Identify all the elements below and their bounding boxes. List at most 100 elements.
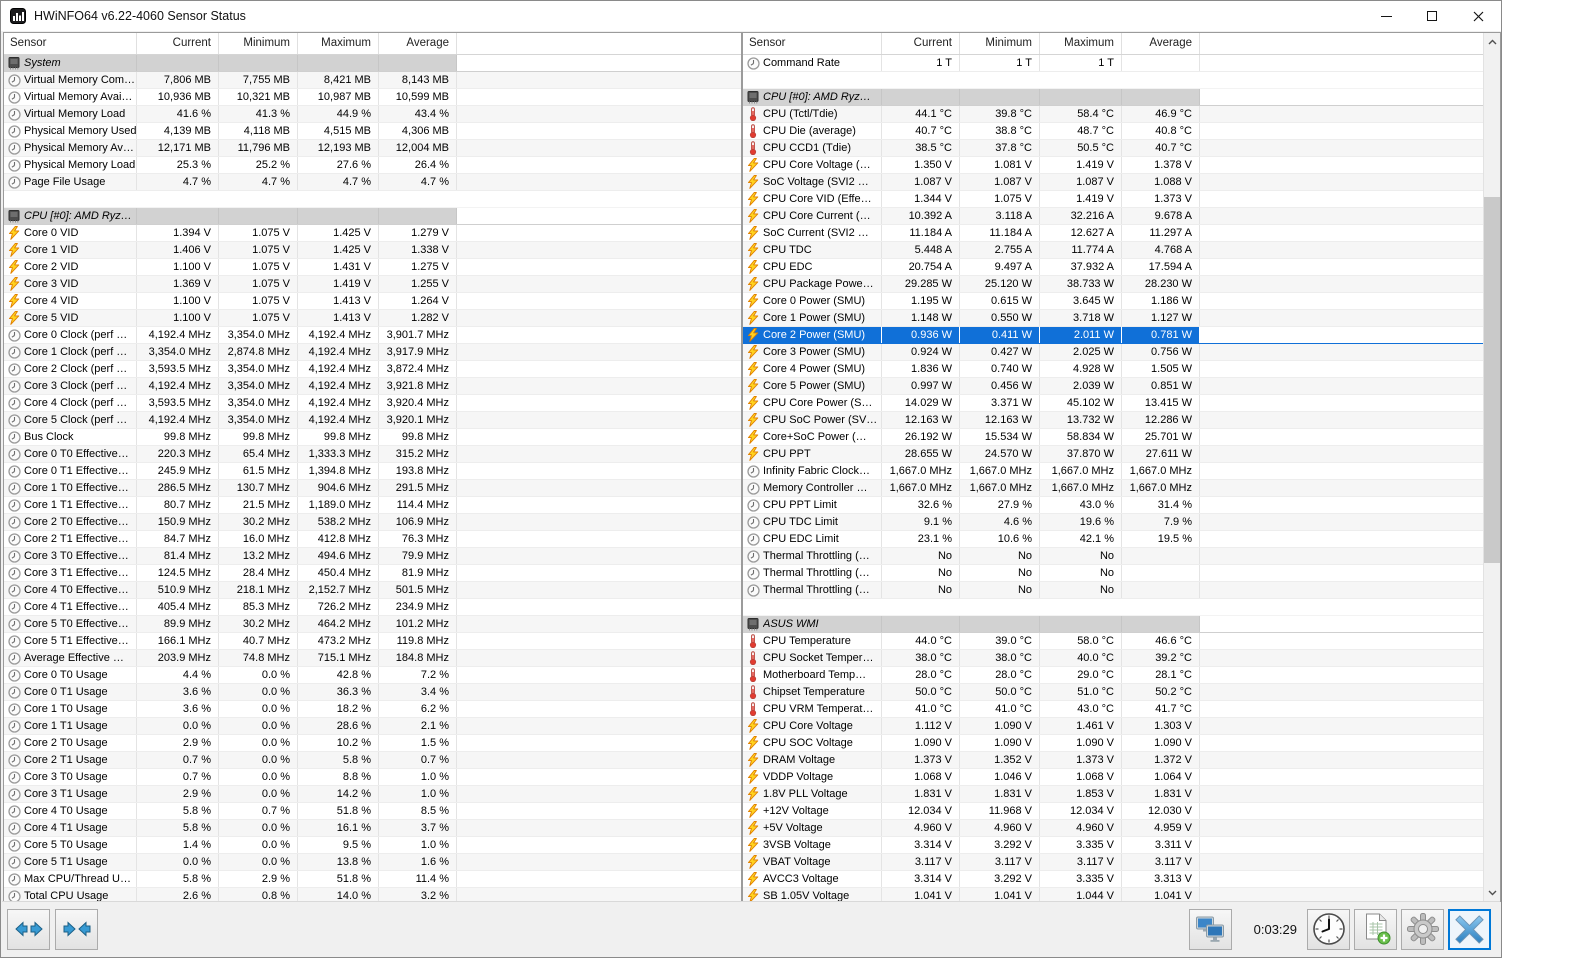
sensor-row[interactable]: Core 4 T1 Usage5.8 %0.0 %16.1 %3.7 %: [4, 820, 741, 837]
sensor-row[interactable]: CPU Core Voltage1.112 V1.090 V1.461 V1.3…: [743, 718, 1483, 735]
sensor-row[interactable]: CPU SOC Voltage1.090 V1.090 V1.090 V1.09…: [743, 735, 1483, 752]
sensor-row[interactable]: Core 0 Clock (perf …4,192.4 MHz3,354.0 M…: [4, 327, 741, 344]
sensor-row[interactable]: SoC Voltage (SVI2 …1.087 V1.087 V1.087 V…: [743, 174, 1483, 191]
expand-columns-button[interactable]: [7, 909, 50, 950]
close-button[interactable]: [1455, 1, 1501, 31]
sensor-row[interactable]: Core 5 T1 Usage0.0 %0.0 %13.8 %1.6 %: [4, 854, 741, 871]
sensor-row[interactable]: Core 0 Power (SMU)1.195 W0.615 W3.645 W1…: [743, 293, 1483, 310]
sensor-row[interactable]: Thermal Throttling (…NoNoNo: [743, 582, 1483, 599]
sensor-row[interactable]: Core 3 VID1.369 V1.075 V1.419 V1.255 V: [4, 276, 741, 293]
section-row[interactable]: CPU [#0]: AMD Ryz…: [743, 89, 1483, 106]
sensor-row[interactable]: Memory Controller …1,667.0 MHz1,667.0 MH…: [743, 480, 1483, 497]
sensor-row[interactable]: Core 0 T0 Usage4.4 %0.0 %42.8 %7.2 %: [4, 667, 741, 684]
sensor-row[interactable]: Virtual Memory Avai…10,936 MB10,321 MB10…: [4, 89, 741, 106]
clock-button[interactable]: [1307, 909, 1350, 950]
sensor-row[interactable]: Core 2 Clock (perf …3,593.5 MHz3,354.0 M…: [4, 361, 741, 378]
sensor-row[interactable]: CPU Core VID (Effe…1.344 V1.075 V1.419 V…: [743, 191, 1483, 208]
sensor-row[interactable]: CPU TDC5.448 A2.755 A11.774 A4.768 A: [743, 242, 1483, 259]
sensor-row[interactable]: +5V Voltage4.960 V4.960 V4.960 V4.959 V: [743, 820, 1483, 837]
sensor-row[interactable]: Core+SoC Power (…26.192 W15.534 W58.834 …: [743, 429, 1483, 446]
sensor-row[interactable]: Total CPU Usage2.6 %0.8 %14.0 %3.2 %: [4, 888, 741, 902]
sensor-row[interactable]: Core 1 Clock (perf …3,354.0 MHz2,874.8 M…: [4, 344, 741, 361]
sensor-row[interactable]: Core 4 T1 Effective…405.4 MHz85.3 MHz726…: [4, 599, 741, 616]
column-header-average[interactable]: Average: [379, 33, 457, 54]
column-header-current[interactable]: Current: [137, 33, 219, 54]
settings-button[interactable]: [1401, 909, 1444, 950]
column-header-current[interactable]: Current: [882, 33, 960, 54]
sensor-row[interactable]: CPU PPT Limit32.6 %27.9 %43.0 %31.4 %: [743, 497, 1483, 514]
sensor-row[interactable]: Core 1 Power (SMU)1.148 W0.550 W3.718 W1…: [743, 310, 1483, 327]
column-header-average[interactable]: Average: [1122, 33, 1200, 54]
sensor-row[interactable]: Infinity Fabric Clock…1,667.0 MHz1,667.0…: [743, 463, 1483, 480]
sensor-row[interactable]: Core 3 T1 Usage2.9 %0.0 %14.2 %1.0 %: [4, 786, 741, 803]
sensor-row[interactable]: Core 1 T0 Effective…286.5 MHz130.7 MHz90…: [4, 480, 741, 497]
sensor-row[interactable]: Core 2 T1 Usage0.7 %0.0 %5.8 %0.7 %: [4, 752, 741, 769]
sensor-row[interactable]: Page File Usage4.7 %4.7 %4.7 %4.7 %: [4, 174, 741, 191]
sensor-row[interactable]: Core 5 T0 Effective…89.9 MHz30.2 MHz464.…: [4, 616, 741, 633]
sensor-row[interactable]: Chipset Temperature50.0 °C50.0 °C51.0 °C…: [743, 684, 1483, 701]
sensor-row[interactable]: SB 1.05V Voltage1.041 V1.041 V1.044 V1.0…: [743, 888, 1483, 902]
sensor-row[interactable]: 1.8V PLL Voltage1.831 V1.831 V1.853 V1.8…: [743, 786, 1483, 803]
sensor-row[interactable]: CPU (Tctl/Tdie)44.1 °C39.8 °C58.4 °C46.9…: [743, 106, 1483, 123]
sensor-row[interactable]: CPU Core Current (…10.392 A3.118 A32.216…: [743, 208, 1483, 225]
sensor-row[interactable]: AVCC3 Voltage3.314 V3.292 V3.335 V3.313 …: [743, 871, 1483, 888]
sensor-row[interactable]: CPU Core Voltage (…1.350 V1.081 V1.419 V…: [743, 157, 1483, 174]
sensor-row[interactable]: Core 4 T0 Usage5.8 %0.7 %51.8 %8.5 %: [4, 803, 741, 820]
sensor-row[interactable]: Core 4 Power (SMU)1.836 W0.740 W4.928 W1…: [743, 361, 1483, 378]
maximize-button[interactable]: [1409, 1, 1455, 31]
column-header-maximum[interactable]: Maximum: [298, 33, 379, 54]
sensor-row[interactable]: Core 0 T1 Usage3.6 %0.0 %36.3 %3.4 %: [4, 684, 741, 701]
sensor-row[interactable]: CPU Die (average)40.7 °C38.8 °C48.7 °C40…: [743, 123, 1483, 140]
column-header-maximum[interactable]: Maximum: [1040, 33, 1122, 54]
sensor-row[interactable]: Core 0 T1 Effective…245.9 MHz61.5 MHz1,3…: [4, 463, 741, 480]
sensor-row[interactable]: Core 3 T0 Effective…81.4 MHz13.2 MHz494.…: [4, 548, 741, 565]
sensor-row[interactable]: CPU Core Power (S…14.029 W3.371 W45.102 …: [743, 395, 1483, 412]
sensor-row[interactable]: CPU Package Powe…29.285 W25.120 W38.733 …: [743, 276, 1483, 293]
sensor-row[interactable]: Core 1 VID1.406 V1.075 V1.425 V1.338 V: [4, 242, 741, 259]
sensor-row[interactable]: Max CPU/Thread U…5.8 %2.9 %51.8 %11.4 %: [4, 871, 741, 888]
sensor-row[interactable]: Motherboard Temp…28.0 °C28.0 °C29.0 °C28…: [743, 667, 1483, 684]
sensor-row[interactable]: Core 3 T1 Effective…124.5 MHz28.4 MHz450…: [4, 565, 741, 582]
sensor-row[interactable]: Core 2 T0 Usage2.9 %0.0 %10.2 %1.5 %: [4, 735, 741, 752]
sensor-row[interactable]: Core 5 VID1.100 V1.075 V1.413 V1.282 V: [4, 310, 741, 327]
sensor-row[interactable]: Physical Memory Used4,139 MB4,118 MB4,51…: [4, 123, 741, 140]
sensor-row[interactable]: CPU CCD1 (Tdie)38.5 °C37.8 °C50.5 °C40.7…: [743, 140, 1483, 157]
sensor-row[interactable]: CPU VRM Temperat…41.0 °C41.0 °C43.0 °C41…: [743, 701, 1483, 718]
sensor-row[interactable]: Core 5 T1 Effective…166.1 MHz40.7 MHz473…: [4, 633, 741, 650]
sensor-row[interactable]: Core 3 Clock (perf …4,192.4 MHz3,354.0 M…: [4, 378, 741, 395]
sensor-row[interactable]: CPU EDC Limit23.1 %10.6 %42.1 %19.5 %: [743, 531, 1483, 548]
sensor-row[interactable]: DRAM Voltage1.373 V1.352 V1.373 V1.372 V: [743, 752, 1483, 769]
sensor-row[interactable]: Command Rate1 T1 T1 T: [743, 55, 1483, 72]
sensor-row[interactable]: Bus Clock99.8 MHz99.8 MHz99.8 MHz99.8 MH…: [4, 429, 741, 446]
vertical-scrollbar[interactable]: [1483, 33, 1500, 901]
scrollbar-thumb[interactable]: [1484, 197, 1501, 563]
sensor-row[interactable]: Core 5 Clock (perf …4,192.4 MHz3,354.0 M…: [4, 412, 741, 429]
sensor-row[interactable]: CPU PPT28.655 W24.570 W37.870 W27.611 W: [743, 446, 1483, 463]
sensor-row[interactable]: CPU TDC Limit9.1 %4.6 %19.6 %7.9 %: [743, 514, 1483, 531]
sensor-row[interactable]: CPU Socket Temper…38.0 °C38.0 °C40.0 °C3…: [743, 650, 1483, 667]
sensor-row[interactable]: Core 0 T0 Effective…220.3 MHz65.4 MHz1,3…: [4, 446, 741, 463]
sensor-row[interactable]: Core 3 T0 Usage0.7 %0.0 %8.8 %1.0 %: [4, 769, 741, 786]
sensor-row[interactable]: Core 4 T0 Effective…510.9 MHz218.1 MHz2,…: [4, 582, 741, 599]
minimize-button[interactable]: [1363, 1, 1409, 31]
sensor-row[interactable]: Virtual Memory Load41.6 %41.3 %44.9 %43.…: [4, 106, 741, 123]
sensor-row[interactable]: Core 2 T0 Effective…150.9 MHz30.2 MHz538…: [4, 514, 741, 531]
section-row[interactable]: ASUS WMI: [743, 616, 1483, 633]
sensor-row[interactable]: Core 5 T0 Usage1.4 %0.0 %9.5 %1.0 %: [4, 837, 741, 854]
collapse-columns-button[interactable]: [55, 909, 98, 950]
sensor-row[interactable]: CPU SoC Power (SV…12.163 W12.163 W13.732…: [743, 412, 1483, 429]
column-header-minimum[interactable]: Minimum: [219, 33, 298, 54]
sensor-row[interactable]: CPU Temperature44.0 °C39.0 °C58.0 °C46.6…: [743, 633, 1483, 650]
sensor-row[interactable]: Core 4 VID1.100 V1.075 V1.413 V1.264 V: [4, 293, 741, 310]
sensor-row[interactable]: Core 2 VID1.100 V1.075 V1.431 V1.275 V: [4, 259, 741, 276]
sensor-row[interactable]: SoC Current (SVI2 …11.184 A11.184 A12.62…: [743, 225, 1483, 242]
sensor-row[interactable]: Core 2 Power (SMU)0.936 W0.411 W2.011 W0…: [743, 327, 1483, 344]
sensor-row[interactable]: CPU EDC20.754 A9.497 A37.932 A17.594 A: [743, 259, 1483, 276]
column-header-sensor[interactable]: Sensor: [4, 33, 137, 54]
sensor-row[interactable]: Core 4 Clock (perf …3,593.5 MHz3,354.0 M…: [4, 395, 741, 412]
sensor-row[interactable]: Core 5 Power (SMU)0.997 W0.456 W2.039 W0…: [743, 378, 1483, 395]
sensor-row[interactable]: Physical Memory Av…12,171 MB11,796 MB12,…: [4, 140, 741, 157]
title-bar[interactable]: HWiNFO64 v6.22-4060 Sensor Status: [1, 1, 1501, 31]
scroll-down-button[interactable]: [1484, 884, 1501, 901]
sensor-row[interactable]: VDDP Voltage1.068 V1.046 V1.068 V1.064 V: [743, 769, 1483, 786]
